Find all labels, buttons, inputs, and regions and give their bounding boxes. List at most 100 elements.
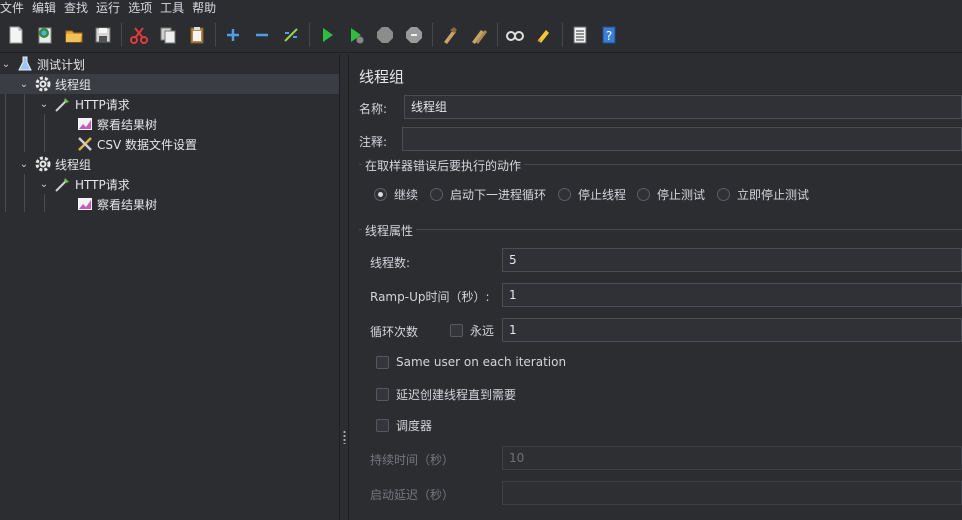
- cut-icon[interactable]: [126, 22, 152, 48]
- chart-icon: [76, 115, 94, 133]
- templates-icon[interactable]: [32, 22, 58, 48]
- menu-run[interactable]: 运行: [96, 0, 128, 17]
- paste-icon[interactable]: [184, 22, 210, 48]
- help-icon[interactable]: ?: [596, 22, 622, 48]
- tree-node-test-plan[interactable]: ⌄ 测试计划: [0, 54, 339, 74]
- radio-stop-test-now[interactable]: 立即停止测试: [717, 186, 809, 203]
- duration-field[interactable]: 10: [502, 446, 962, 470]
- tree-node-label: HTTP请求: [75, 97, 130, 112]
- pipette-icon: [54, 175, 72, 193]
- function-helper-icon[interactable]: [567, 22, 593, 48]
- clear-icon[interactable]: [437, 22, 463, 48]
- checkbox-box[interactable]: [376, 355, 389, 369]
- tree-node-label: CSV 数据文件设置: [97, 137, 198, 152]
- tree-node-thread-group[interactable]: ⌄ 线程组: [0, 154, 339, 174]
- pipette-icon: [54, 95, 72, 113]
- name-label: 名称:: [359, 102, 388, 116]
- splitter-grip[interactable]: [343, 430, 346, 444]
- menu-file[interactable]: 文件: [0, 0, 32, 17]
- tree-node-label: 线程组: [55, 77, 92, 92]
- search-icon[interactable]: [502, 22, 528, 48]
- menu-help[interactable]: 帮助: [192, 0, 224, 17]
- collapse-icon[interactable]: [249, 22, 275, 48]
- tree-node-label: 测试计划: [37, 57, 86, 72]
- radio-circle[interactable]: [717, 188, 730, 201]
- tree-node-http-request[interactable]: ⌄ HTTP请求: [0, 94, 339, 114]
- tree-node-result-tree[interactable]: 察看结果树: [0, 194, 339, 214]
- test-plan-icon: [16, 55, 34, 73]
- toolbar-separator: [497, 22, 498, 47]
- tree-node-result-tree[interactable]: 察看结果树: [0, 114, 339, 134]
- forever-checkbox[interactable]: 永远: [450, 322, 494, 339]
- same-user-checkbox[interactable]: Same user on each iteration: [376, 355, 566, 369]
- gear-icon: [34, 75, 52, 93]
- toggle-icon[interactable]: [278, 22, 304, 48]
- menu-edit[interactable]: 编辑: [32, 0, 64, 17]
- tree-node-thread-group[interactable]: ⌄ 线程组: [0, 74, 339, 94]
- radio-circle[interactable]: [637, 188, 650, 201]
- group-border: [359, 229, 962, 230]
- menu-search[interactable]: 查找: [64, 0, 96, 17]
- tree-node-http-request[interactable]: ⌄ HTTP请求: [0, 174, 339, 194]
- radio-circle[interactable]: [430, 188, 443, 201]
- menu-options[interactable]: 选项: [128, 0, 160, 17]
- duration-label: 持续时间（秒）: [370, 453, 455, 467]
- delay-create-checkbox[interactable]: 延迟创建线程直到需要: [376, 386, 516, 403]
- comment-field[interactable]: [402, 127, 962, 151]
- radio-stop-test[interactable]: 停止测试: [637, 186, 705, 203]
- expand-icon[interactable]: [220, 22, 246, 48]
- copy-icon[interactable]: [155, 22, 181, 48]
- radio-label: 停止测试: [657, 188, 706, 202]
- svg-text:?: ?: [606, 29, 612, 43]
- start-icon[interactable]: [314, 22, 340, 48]
- scheduler-checkbox[interactable]: 调度器: [376, 417, 432, 434]
- startup-delay-field[interactable]: [502, 481, 962, 505]
- threads-label: 线程数:: [370, 256, 411, 270]
- shutdown-icon[interactable]: [401, 22, 427, 48]
- tree-node-label: 察看结果树: [97, 117, 158, 132]
- chevron-down-icon[interactable]: ⌄: [38, 179, 50, 190]
- checkbox-box[interactable]: [376, 388, 389, 401]
- checkbox-label: Same user on each iteration: [396, 355, 567, 369]
- loop-field[interactable]: 1: [502, 318, 962, 342]
- chevron-down-icon[interactable]: ⌄: [38, 99, 50, 110]
- checkbox-label: 延迟创建线程直到需要: [396, 388, 517, 402]
- chevron-down-icon[interactable]: ⌄: [0, 59, 12, 70]
- open-icon[interactable]: [61, 22, 87, 48]
- checkbox-label: 调度器: [396, 419, 433, 433]
- radio-continue[interactable]: 继续: [374, 186, 418, 203]
- reset-search-icon[interactable]: [531, 22, 557, 48]
- startup-delay-label: 启动延迟（秒）: [370, 488, 455, 502]
- checkbox-box[interactable]: [376, 419, 389, 432]
- checkbox-box[interactable]: [450, 324, 463, 337]
- error-group-title: 在取样器错误后要执行的动作: [362, 157, 525, 174]
- menu-bar: 文件 编辑 查找 运行 选项 工具 帮助: [0, 0, 962, 17]
- loop-label: 循环次数: [370, 325, 419, 339]
- toolbar-separator: [215, 22, 216, 47]
- new-icon[interactable]: [3, 22, 29, 48]
- stop-icon[interactable]: [372, 22, 398, 48]
- start-no-pause-icon[interactable]: [343, 22, 369, 48]
- radio-circle[interactable]: [558, 188, 571, 201]
- tree-node-csv-config[interactable]: CSV 数据文件设置: [0, 134, 339, 154]
- tree-node-label: 线程组: [55, 157, 92, 172]
- menu-tools[interactable]: 工具: [160, 0, 192, 17]
- tools-icon: [76, 135, 94, 153]
- panel-splitter[interactable]: [339, 54, 349, 520]
- rampup-field[interactable]: 1: [502, 283, 962, 307]
- name-field[interactable]: 线程组: [404, 95, 962, 119]
- radio-circle[interactable]: [374, 188, 387, 201]
- clear-all-icon[interactable]: [466, 22, 492, 48]
- panel-title: 线程组: [359, 68, 405, 86]
- threads-field[interactable]: 5: [502, 248, 962, 272]
- toolbar-separator: [562, 22, 563, 47]
- tree-node-label: 察看结果树: [97, 197, 158, 212]
- props-group-title: 线程属性: [362, 222, 417, 239]
- radio-stop-thread[interactable]: 停止线程: [558, 186, 626, 203]
- radio-label: 立即停止测试: [737, 188, 810, 202]
- toolbar-separator: [309, 22, 310, 47]
- chevron-down-icon[interactable]: ⌄: [18, 79, 30, 90]
- chevron-down-icon[interactable]: ⌄: [18, 159, 30, 170]
- save-icon[interactable]: [90, 22, 116, 48]
- radio-start-next-loop[interactable]: 启动下一进程循环: [430, 186, 546, 203]
